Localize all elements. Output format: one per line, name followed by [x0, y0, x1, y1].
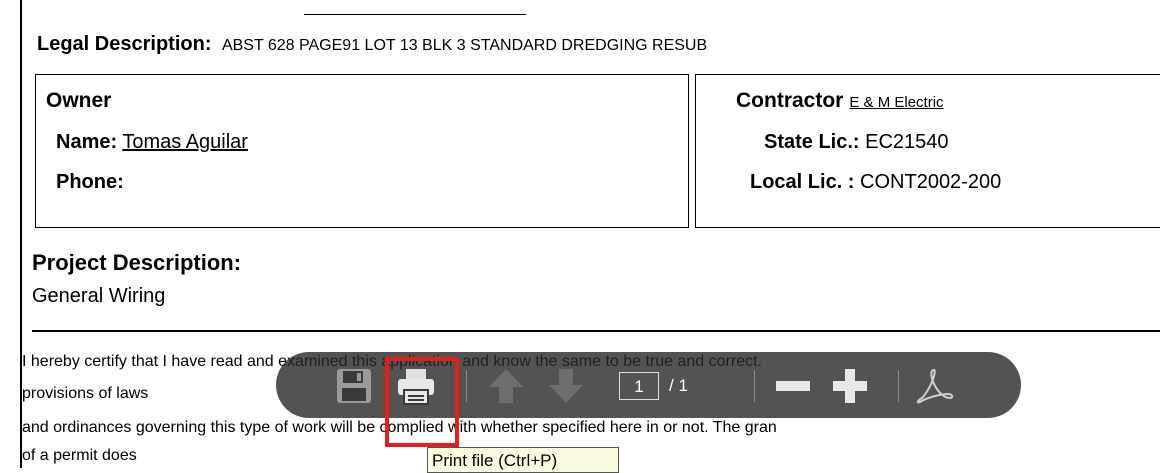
acrobat-icon[interactable]: [914, 366, 954, 411]
legal-description: Legal Description: ABST 628 PAGE91 LOT 1…: [37, 33, 707, 56]
state-lic-row: State Lic.: EC21540: [764, 131, 949, 154]
owner-phone-row: Phone:: [56, 171, 124, 194]
project-description-label: Project Description:: [32, 250, 242, 275]
local-lic-row: Local Lic. : CONT2002-200: [750, 171, 1001, 194]
owner-phone-label: Phone:: [56, 171, 124, 193]
page-total: / 1: [669, 376, 688, 395]
contractor-box: Contractor E & M Electric State Lic.: EC2…: [695, 74, 1160, 228]
state-lic-value: EC21540: [865, 131, 949, 153]
divider: [32, 330, 1160, 332]
owner-name-row: Name: Tomas Aguilar: [56, 131, 248, 154]
contractor-title: Contractor: [736, 89, 844, 112]
state-lic-label: State Lic.:: [764, 131, 860, 153]
local-lic-value: CONT2002-200: [860, 171, 1002, 193]
zoom-out-icon[interactable]: [773, 366, 813, 411]
previous-page-icon[interactable]: [486, 366, 526, 411]
save-icon[interactable]: [334, 366, 374, 411]
owner-box: Owner Name: Tomas Aguilar Phone:: [35, 74, 689, 228]
toolbar-separator: [898, 370, 899, 402]
top-underline-field: [304, 0, 526, 15]
certification-line-2: provisions of laws: [22, 385, 149, 402]
zoom-in-icon[interactable]: [830, 366, 870, 411]
print-highlight: [385, 357, 459, 447]
project-description-value: General Wiring: [32, 285, 166, 307]
owner-name-label: Name:: [56, 131, 118, 153]
page-number-input[interactable]: 1: [619, 372, 659, 400]
legal-description-label: Legal Description:: [37, 33, 212, 55]
legal-description-value: ABST 628 PAGE91 LOT 13 BLK 3 STANDARD DR…: [221, 37, 708, 54]
next-page-icon[interactable]: [546, 366, 586, 411]
owner-name-value: Tomas Aguilar: [122, 131, 248, 153]
contractor-name-value: E & M Electric: [849, 94, 944, 111]
owner-title: Owner: [46, 89, 112, 112]
toolbar-separator: [466, 370, 467, 402]
toolbar-separator: [754, 370, 755, 402]
certification-line-4: of a permit does: [22, 447, 137, 464]
print-tooltip: Print file (Ctrl+P): [427, 447, 619, 473]
local-lic-label: Local Lic. :: [750, 171, 855, 193]
contractor-title-row: Contractor E & M Electric: [736, 89, 944, 113]
